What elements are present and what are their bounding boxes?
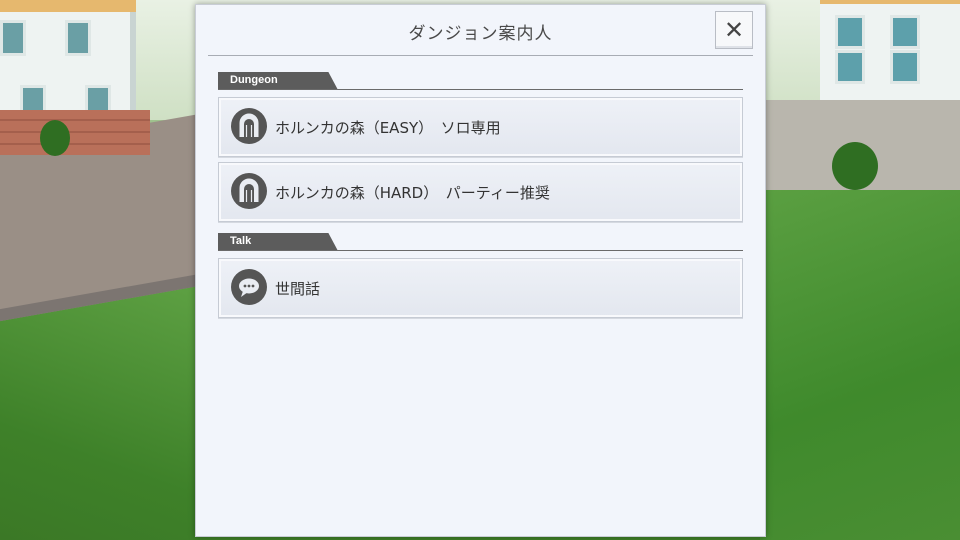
dialog-title: ダンジョン案内人: [408, 24, 553, 44]
close-icon: ✕: [723, 16, 745, 44]
bush: [832, 142, 878, 190]
speech-bubble-icon: [231, 269, 267, 305]
menu-item-dungeon-hard[interactable]: ホルンカの森（HARD） パーティー推奨: [218, 162, 743, 222]
title-divider: [208, 55, 753, 56]
menu-item-dungeon-easy[interactable]: ホルンカの森（EASY） ソロ専用: [218, 97, 743, 157]
brick-wall: [0, 110, 150, 155]
npc-dialog: ダンジョン案内人 ✕ Dungeon ホルンカの森（EASY） ソロ専用 ホルン…: [195, 4, 766, 537]
dungeon-gate-icon: [231, 108, 267, 144]
section-divider: [218, 250, 743, 251]
menu-item-label: ホルンカの森（EASY） ソロ専用: [275, 119, 501, 137]
menu-item-small-talk[interactable]: 世間話: [218, 258, 743, 318]
section-label: Talk: [230, 235, 252, 247]
dungeon-gate-icon: [231, 173, 267, 209]
bush: [40, 120, 70, 156]
section-label: Dungeon: [230, 74, 278, 86]
house-right: [820, 0, 960, 100]
section-divider: [218, 89, 743, 90]
close-button[interactable]: ✕: [715, 11, 753, 49]
menu-item-label: 世間話: [275, 280, 321, 298]
grass-right: [760, 160, 960, 540]
menu-item-label: ホルンカの森（HARD） パーティー推奨: [275, 184, 550, 202]
